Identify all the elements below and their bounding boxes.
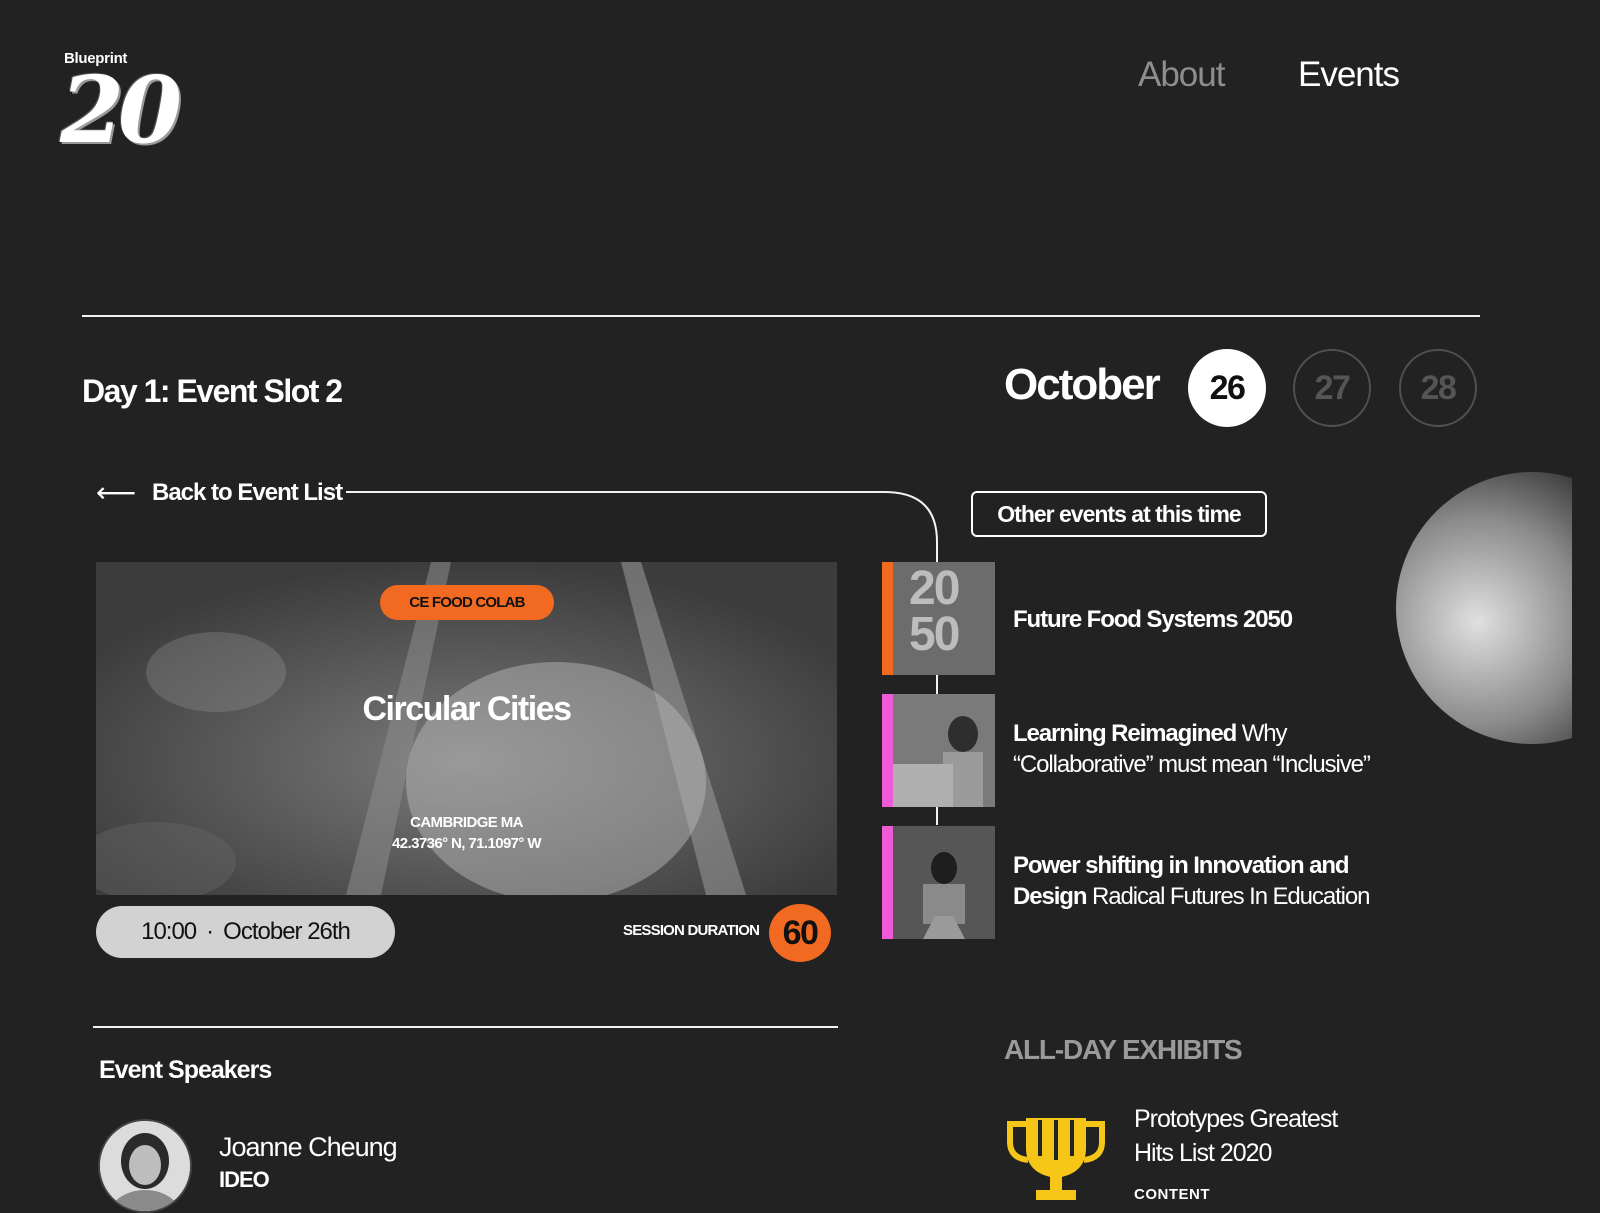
page-title: Day 1: Event Slot 2: [82, 373, 343, 409]
event-title: Future Food Systems 2050: [1013, 604, 1413, 635]
session-separator: ·: [206, 918, 214, 945]
speakers-divider: [93, 1026, 838, 1028]
event-hero-card: CE FOOD COLAB Circular Cities CAMBRIDGE …: [96, 562, 837, 895]
day-28-button[interactable]: 28: [1399, 349, 1477, 427]
thumb-number-bottom: 50: [909, 608, 960, 661]
event-accent-bar: [882, 562, 893, 675]
thumb-number-top: 20: [909, 562, 960, 615]
other-event-item[interactable]: Learning Reimagined Why “Collaborative” …: [882, 694, 1442, 807]
speaker-avatar[interactable]: [98, 1119, 192, 1213]
hero-location: CAMBRIDGE MA 42.3736° N, 71.1097° W: [96, 812, 837, 854]
hero-title: Circular Cities: [362, 690, 572, 728]
top-divider: [82, 315, 1480, 317]
speaker-org: IDEO: [219, 1167, 270, 1192]
back-to-event-list-link[interactable]: ⟵ Back to Event List: [96, 476, 343, 509]
event-title-rest: Radical Futures In Education: [1086, 883, 1370, 910]
event-accent-bar: [882, 694, 893, 807]
speaker-name[interactable]: Joanne Cheung: [219, 1132, 398, 1163]
arrow-left-icon: ⟵: [96, 477, 137, 508]
logo-number[interactable]: 20: [60, 64, 182, 156]
exhibit-title[interactable]: Prototypes Greatest Hits List 2020: [1134, 1102, 1364, 1170]
session-date: October 26th: [223, 918, 351, 945]
event-thumbnail: [893, 694, 995, 807]
nav-about[interactable]: About: [1138, 55, 1225, 95]
speakers-heading: Event Speakers: [99, 1056, 272, 1084]
trophy-icon: [1007, 1118, 1105, 1200]
back-link-label: Back to Event List: [152, 478, 343, 506]
day-26-button[interactable]: 26: [1188, 349, 1266, 427]
hero-coordinates: 42.3736° N, 71.1097° W: [392, 835, 542, 852]
exhibits-heading: ALL-DAY EXHIBITS: [1004, 1034, 1243, 1065]
event-title-bold: Future Food Systems 2050: [1013, 606, 1293, 633]
other-event-item[interactable]: Power shifting in Innovation and Design …: [882, 826, 1442, 939]
decorative-sphere-graphic: [1396, 472, 1572, 744]
event-title-bold: Learning Reimagined: [1013, 720, 1237, 747]
session-duration-badge: 60: [769, 904, 831, 962]
other-events-heading: Other events at this time: [971, 491, 1267, 537]
day-27-button[interactable]: 27: [1293, 349, 1371, 427]
event-title: Power shifting in Innovation and Design …: [1013, 850, 1413, 912]
other-event-item[interactable]: 20 50 Future Food Systems 2050: [882, 562, 1442, 675]
session-time-pill: 10:00 · October 26th: [96, 906, 395, 958]
event-accent-bar: [882, 826, 893, 939]
nav-events[interactable]: Events: [1298, 55, 1400, 95]
hero-tag-badge: CE FOOD COLAB: [380, 585, 554, 620]
person-icon: [100, 1121, 190, 1211]
exhibit-category: CONTENT: [1134, 1186, 1210, 1203]
calendar-month: October: [1004, 360, 1161, 409]
event-thumbnail: [893, 826, 995, 939]
hero-location-city: CAMBRIDGE MA: [410, 814, 523, 831]
session-duration-label: SESSION DURATION: [623, 922, 760, 939]
event-title: Learning Reimagined Why “Collaborative” …: [1013, 718, 1413, 780]
session-time: 10:00: [141, 918, 197, 945]
event-thumbnail: 20 50: [893, 562, 995, 675]
